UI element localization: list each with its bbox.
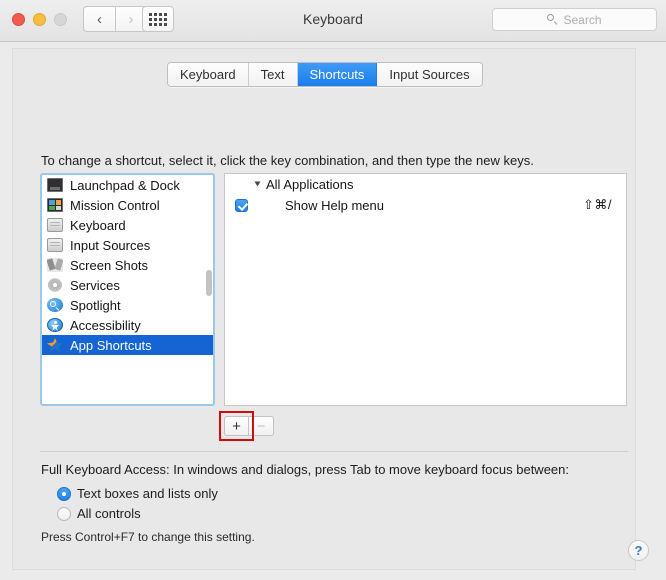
sidebar-item-label: Launchpad & Dock bbox=[70, 178, 180, 193]
sidebar-item-accessibility[interactable]: Accessibility bbox=[42, 315, 213, 335]
shortcut-list[interactable]: All Applications Show Help menu ⇧⌘/ bbox=[224, 173, 627, 406]
shortcut-enabled-checkbox[interactable] bbox=[235, 199, 248, 212]
remove-shortcut-button: − bbox=[249, 416, 274, 436]
screenshot-icon bbox=[47, 258, 63, 272]
radio-label: All controls bbox=[77, 506, 141, 521]
list-edit-buttons: + − bbox=[224, 416, 274, 436]
chevron-down-icon[interactable] bbox=[255, 182, 261, 187]
keyboard-access-hint: Press Control+F7 to change this setting. bbox=[41, 530, 255, 544]
sidebar-item-screen-shots[interactable]: Screen Shots bbox=[42, 255, 213, 275]
add-shortcut-button[interactable]: + bbox=[224, 416, 249, 436]
mission-control-icon bbox=[47, 198, 63, 212]
radio-all-controls[interactable]: All controls bbox=[57, 506, 141, 521]
full-keyboard-access-label: Full Keyboard Access: In windows and dia… bbox=[41, 462, 569, 477]
sidebar-item-keyboard[interactable]: Keyboard bbox=[42, 215, 213, 235]
shortcut-category-list[interactable]: Launchpad & Dock Mission Control Keyboar… bbox=[40, 173, 215, 406]
sidebar-item-label: Mission Control bbox=[70, 198, 160, 213]
shortcut-name: Show Help menu bbox=[285, 198, 384, 213]
section-divider bbox=[40, 451, 628, 452]
sidebar-item-label: Input Sources bbox=[70, 238, 150, 253]
sidebar-item-services[interactable]: Services bbox=[42, 275, 213, 295]
input-sources-icon bbox=[47, 238, 63, 252]
tab-bar: Keyboard Text Shortcuts Input Sources bbox=[167, 62, 483, 87]
sidebar-scrollbar[interactable] bbox=[206, 270, 212, 296]
sidebar-item-input-sources[interactable]: Input Sources bbox=[42, 235, 213, 255]
shortcut-group-header[interactable]: All Applications bbox=[225, 174, 626, 194]
tab-keyboard[interactable]: Keyboard bbox=[168, 63, 249, 86]
sidebar-item-label: App Shortcuts bbox=[70, 338, 152, 353]
gear-icon bbox=[47, 278, 63, 292]
accessibility-icon bbox=[47, 318, 63, 332]
sidebar-item-label: Spotlight bbox=[70, 298, 121, 313]
shortcut-keys[interactable]: ⇧⌘/ bbox=[583, 197, 612, 213]
radio-button-selected-icon[interactable] bbox=[57, 487, 71, 501]
search-icon bbox=[547, 14, 558, 25]
preferences-content: Keyboard Text Shortcuts Input Sources To… bbox=[0, 42, 666, 580]
sidebar-item-launchpad-and-dock[interactable]: Launchpad & Dock bbox=[42, 175, 213, 195]
tab-input-sources[interactable]: Input Sources bbox=[377, 63, 481, 86]
radio-label: Text boxes and lists only bbox=[77, 486, 218, 501]
sidebar-item-mission-control[interactable]: Mission Control bbox=[42, 195, 213, 215]
launchpad-icon bbox=[47, 178, 63, 192]
table-row[interactable]: Show Help menu ⇧⌘/ bbox=[225, 194, 626, 216]
sidebar-item-label: Accessibility bbox=[70, 318, 141, 333]
tab-shortcuts[interactable]: Shortcuts bbox=[298, 63, 378, 86]
radio-button-icon[interactable] bbox=[57, 507, 71, 521]
help-button[interactable]: ? bbox=[628, 540, 649, 561]
tab-text[interactable]: Text bbox=[249, 63, 298, 86]
search-input[interactable]: Search bbox=[492, 8, 657, 31]
spotlight-icon bbox=[47, 298, 63, 312]
instruction-text: To change a shortcut, select it, click t… bbox=[41, 153, 534, 168]
search-placeholder: Search bbox=[563, 13, 601, 27]
radio-text-boxes-and-lists-only[interactable]: Text boxes and lists only bbox=[57, 486, 218, 501]
window-titlebar: ‹ › Keyboard Search bbox=[0, 0, 666, 42]
app-shortcuts-icon bbox=[47, 338, 63, 352]
sidebar-item-label: Services bbox=[70, 278, 120, 293]
sidebar-item-label: Screen Shots bbox=[70, 258, 148, 273]
keyboard-icon bbox=[47, 218, 63, 232]
sidebar-item-label: Keyboard bbox=[70, 218, 126, 233]
sidebar-item-app-shortcuts[interactable]: App Shortcuts bbox=[42, 335, 213, 355]
shortcut-group-label: All Applications bbox=[266, 177, 353, 192]
sidebar-item-spotlight[interactable]: Spotlight bbox=[42, 295, 213, 315]
